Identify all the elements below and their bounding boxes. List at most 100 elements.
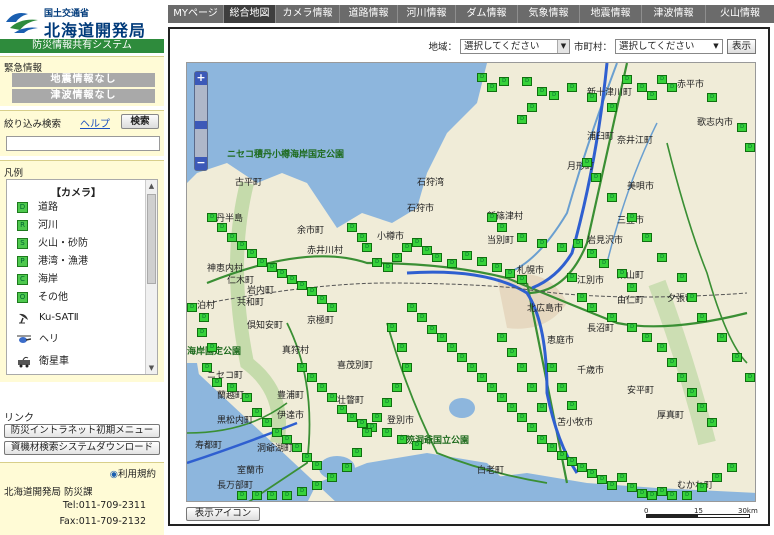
legend-item-port[interactable]: P 港湾・漁港 [17,254,88,270]
filter-input[interactable] [6,136,160,151]
camera-marker[interactable]: D [557,243,567,252]
camera-marker[interactable]: D [637,83,647,92]
camera-marker[interactable]: D [282,491,292,500]
camera-marker[interactable]: D [437,333,447,342]
tab-road[interactable]: 道路情報 [340,5,398,23]
camera-marker[interactable]: D [252,408,262,417]
tab-weather[interactable]: 気象情報 [518,5,580,23]
camera-marker[interactable]: D [573,239,583,248]
camera-marker[interactable]: D [697,313,707,322]
camera-marker[interactable]: D [657,75,667,84]
camera-marker[interactable]: D [467,363,477,372]
camera-marker[interactable]: D [537,403,547,412]
terms-link[interactable]: ◉利用規約 [110,466,156,480]
legend-item-road[interactable]: D 道路 [17,200,58,216]
camera-marker[interactable]: D [407,303,417,312]
camera-marker[interactable]: D [517,413,527,422]
camera-marker[interactable]: D [497,333,507,342]
camera-marker[interactable]: D [657,487,667,496]
camera-marker[interactable]: D [577,293,587,302]
camera-marker[interactable]: D [297,363,307,372]
camera-marker[interactable]: D [707,418,717,427]
camera-marker[interactable]: D [477,373,487,382]
camera-marker[interactable]: D [187,303,197,312]
camera-marker[interactable]: D [317,295,327,304]
camera-marker[interactable]: D [587,303,597,312]
legend-scrollbar[interactable]: ▲ ▼ [145,180,157,374]
legend-list[interactable]: 【カメラ】 D 道路 R 河川 S 火山・砂防 P 港湾・漁港 C 海岸 O その他 Ku-… [6,179,158,375]
camera-marker[interactable]: D [517,363,527,372]
camera-marker[interactable]: D [607,313,617,322]
camera-marker[interactable]: D [382,428,392,437]
camera-marker[interactable]: D [587,93,597,102]
camera-marker[interactable]: D [347,223,357,232]
camera-marker[interactable]: D [352,448,362,457]
camera-marker[interactable]: D [217,223,227,232]
zoom-in-button[interactable]: + [195,72,207,85]
camera-marker[interactable]: D [627,483,637,492]
camera-marker[interactable]: D [617,269,627,278]
camera-marker[interactable]: D [517,233,527,242]
camera-marker[interactable]: D [737,123,747,132]
camera-marker[interactable]: D [237,491,247,500]
tab-volcano[interactable]: 火山情報 [706,5,774,23]
camera-marker[interactable]: D [312,461,322,470]
camera-marker[interactable]: D [557,451,567,460]
camera-marker[interactable]: D [297,281,307,290]
camera-marker[interactable]: D [487,83,497,92]
camera-marker[interactable]: D [207,213,217,222]
camera-marker[interactable]: D [507,348,517,357]
camera-marker[interactable]: D [252,491,262,500]
camera-marker[interactable]: D [227,233,237,242]
tab-river[interactable]: 河川情報 [398,5,456,23]
camera-marker[interactable]: D [327,393,337,402]
legend-item-volcano[interactable]: S 火山・砂防 [17,236,88,252]
camera-marker[interactable]: D [707,93,717,102]
camera-marker[interactable]: D [487,213,497,222]
camera-marker[interactable]: D [462,251,472,260]
camera-marker[interactable]: D [497,393,507,402]
camera-marker[interactable]: D [492,263,502,272]
camera-marker[interactable]: D [302,453,312,462]
camera-marker[interactable]: D [547,363,557,372]
camera-marker[interactable]: D [487,383,497,392]
search-button[interactable]: 検索 [121,114,159,129]
camera-marker[interactable]: D [599,259,609,268]
camera-marker[interactable]: D [527,383,537,392]
zoom-out-button[interactable]: − [195,157,207,170]
tab-general-map[interactable]: 総合地図 [224,5,276,23]
camera-marker[interactable]: D [267,263,277,272]
camera-marker[interactable]: D [402,363,412,372]
legend-item-river[interactable]: R 河川 [17,218,58,234]
camera-marker[interactable]: D [499,77,509,86]
legend-item-other[interactable]: O その他 [17,290,68,306]
camera-marker[interactable]: D [677,273,687,282]
camera-marker[interactable]: D [527,423,537,432]
camera-marker[interactable]: D [307,287,317,296]
camera-marker[interactable]: D [607,481,617,490]
camera-marker[interactable]: D [327,473,337,482]
tsunami-info-button[interactable]: 津波情報なし [12,89,155,103]
camera-marker[interactable]: D [591,173,601,182]
camera-marker[interactable]: D [242,393,252,402]
camera-marker[interactable]: D [657,253,667,262]
zoom-slider-thumb[interactable] [195,121,207,129]
camera-marker[interactable]: D [397,343,407,352]
camera-marker[interactable]: D [362,243,372,252]
camera-marker[interactable]: D [347,413,357,422]
camera-marker[interactable]: D [547,443,557,452]
camera-marker[interactable]: D [677,373,687,382]
tab-my-page[interactable]: MYページ [168,5,224,23]
camera-marker[interactable]: D [477,73,487,82]
camera-marker[interactable]: D [687,293,697,302]
camera-marker[interactable]: D [297,487,307,496]
camera-marker[interactable]: D [477,257,487,266]
city-select[interactable]: 選択してください ▼ [614,38,723,54]
legend-item-coast[interactable]: C 海岸 [17,272,58,288]
camera-marker[interactable]: D [622,75,632,84]
camera-marker[interactable]: D [392,253,402,262]
camera-marker[interactable]: D [327,303,337,312]
camera-marker[interactable]: D [257,258,267,267]
camera-marker[interactable]: D [357,419,367,428]
camera-marker[interactable]: D [267,491,277,500]
